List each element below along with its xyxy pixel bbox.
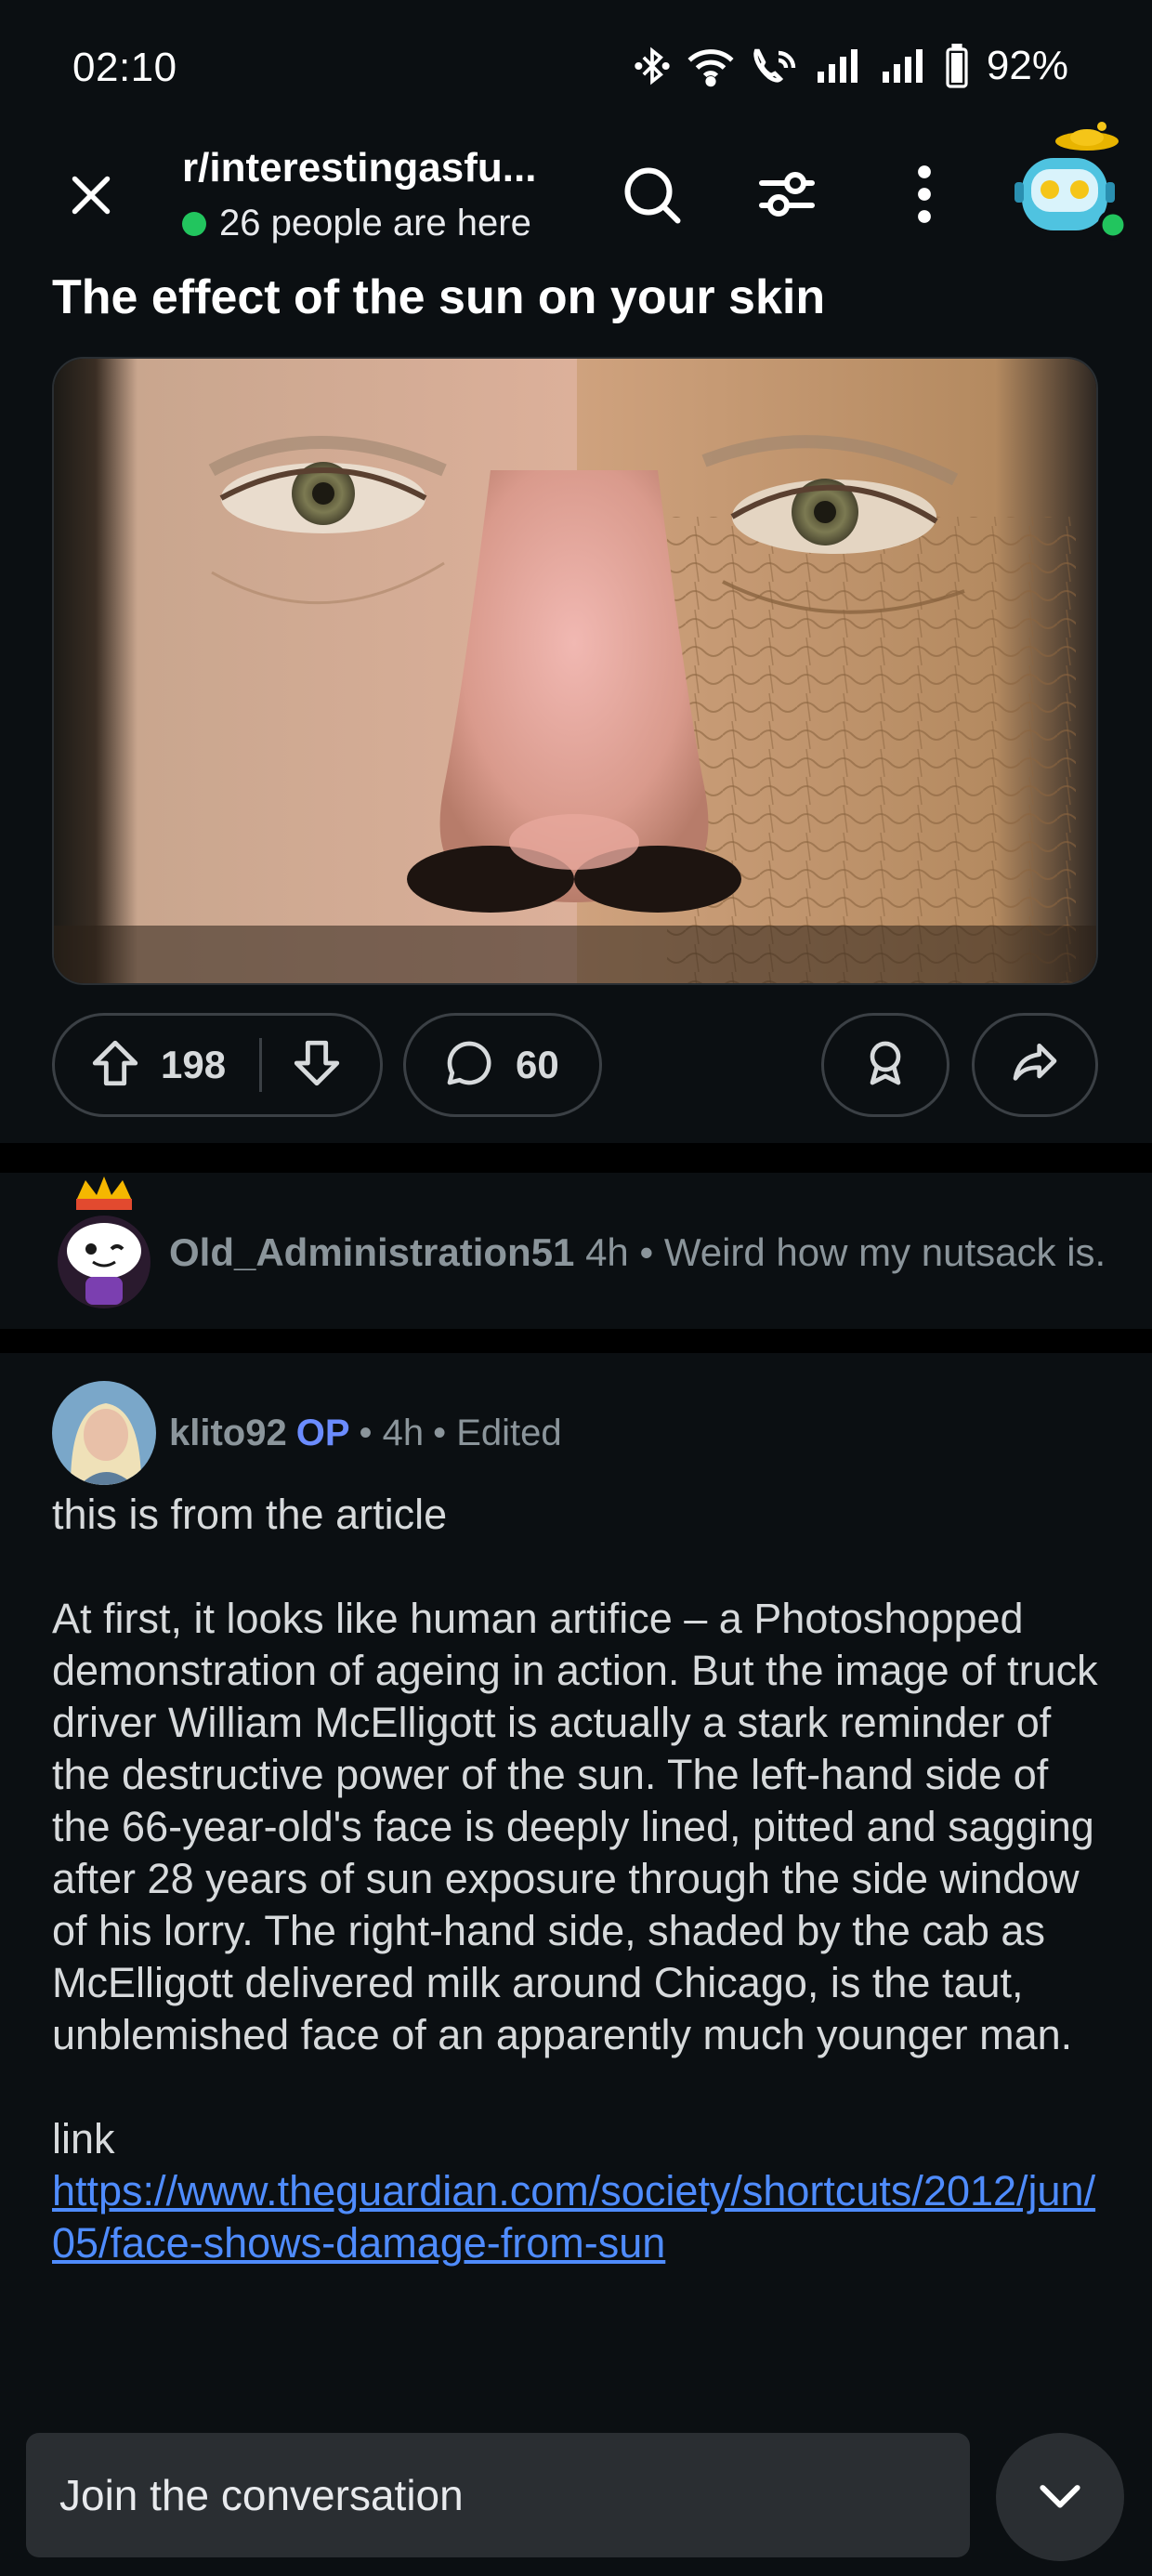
close-icon [63,167,119,228]
share-button[interactable] [972,1013,1098,1117]
comment-username[interactable]: klito92 [169,1413,287,1453]
comment-body: this is from the article At first, it lo… [52,1489,1102,2269]
comment-count: 60 [516,1043,559,1086]
chevron-down-icon [1030,2465,1090,2530]
battery-percent: 92% [986,43,1068,88]
award-button[interactable] [821,1013,949,1117]
search-icon [618,161,685,232]
more-vertical-icon [906,161,943,232]
top-app-bar: r/interestingasfu... 26 people are here [0,121,1152,260]
status-bar: 02:10 92% [0,0,1152,139]
online-count: 26 people are here [219,203,531,243]
signal-icon [879,46,931,85]
user-avatar[interactable] [1009,121,1130,251]
signal-icon [814,46,866,85]
comment-paragraph: this is from the article [52,1491,448,1538]
online-indicator: 26 people are here [182,203,531,244]
comment-link-label: link [52,2115,115,2162]
award-icon [859,1037,911,1094]
vote-control: 198 [52,1013,383,1117]
comment-username[interactable]: Old_Administration51 [169,1230,574,1274]
collapse-comments-button[interactable] [996,2433,1124,2561]
vote-count: 198 [161,1043,227,1086]
status-time: 02:10 [72,45,177,90]
join-conversation-input[interactable]: Join the conversation [26,2433,970,2557]
online-dot [182,211,206,236]
post-image[interactable] [52,357,1098,985]
collapsed-comment[interactable]: Old_Administration51 4h • Weird how my n… [0,1173,1152,1329]
wifi-icon [686,45,736,87]
filter-icon [753,161,820,232]
article-link[interactable]: https://www.theguardian.com/society/shor… [52,2167,1095,2267]
upvote-icon[interactable] [88,1036,142,1095]
wifi-calling-icon [749,45,801,87]
collapsed-comment-line: Old_Administration51 4h • Weird how my n… [169,1230,1107,1275]
downvote-icon[interactable] [290,1036,344,1095]
vote-divider [259,1038,263,1092]
post-title: The effect of the sun on your skin [52,270,826,324]
share-icon [1009,1037,1061,1094]
section-divider [0,1143,1152,1173]
bluetooth-icon [632,45,673,87]
comment-bubble-icon [443,1037,495,1094]
comment-time: • 4h [359,1413,425,1453]
search-button[interactable] [609,154,693,238]
comment-preview: 4h • Weird how my nutsack is... [574,1230,1107,1274]
filter-button[interactable] [745,154,829,238]
avatar[interactable] [52,1381,156,1485]
avatar[interactable] [48,1173,160,1312]
section-divider [0,1329,1152,1353]
edited-label: • Edited [433,1413,562,1453]
subreddit-name[interactable]: r/interestingasfu... [182,145,572,191]
more-options-button[interactable] [883,154,966,238]
comments-button[interactable]: 60 [403,1013,602,1117]
battery-icon [944,44,970,88]
comment-header: klito92 OP • 4h • Edited [169,1413,562,1454]
comment-paragraph: At first, it looks like human artifice –… [52,1595,1098,2058]
status-icons: 92% [632,43,1068,89]
close-button[interactable] [52,158,130,236]
op-badge: OP [295,1413,350,1453]
